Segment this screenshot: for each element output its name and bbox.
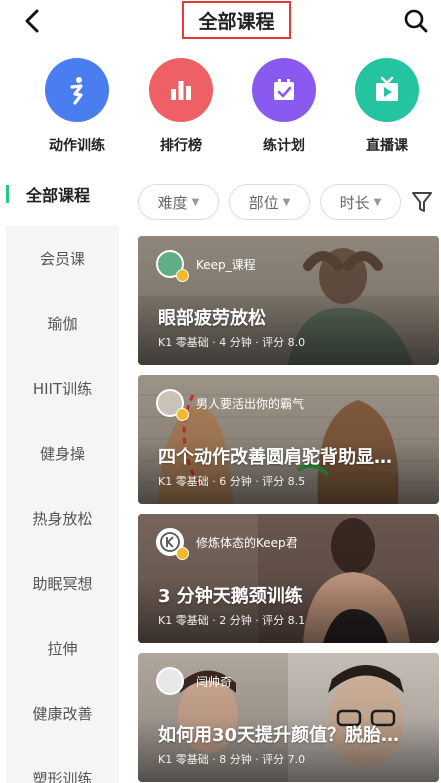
course-meta: K1 零基础 · 6 分钟 · 评分 8.5 — [158, 475, 306, 488]
course-card[interactable]: Keep_课程 眼部疲劳放松 K1 零基础 · 4 分钟 · 评分 8.0 — [138, 236, 439, 365]
course-title: 四个动作改善圆肩驼背助显… — [158, 447, 392, 468]
quick-item-label: 动作训练 — [49, 138, 105, 154]
quick-item-label: 练计划 — [263, 138, 305, 154]
quick-item-training-plan[interactable]: 练计划 — [234, 58, 334, 155]
verified-badge-icon — [176, 269, 189, 282]
course-meta: K1 零基础 · 8 分钟 · 评分 7.0 — [158, 753, 306, 766]
runner-icon — [45, 58, 109, 122]
quick-item-label: 排行榜 — [160, 138, 202, 154]
tv-icon — [355, 58, 419, 122]
header: 全部课程 — [0, 0, 441, 44]
quick-item-label: 直播课 — [366, 138, 408, 154]
filter-body-part[interactable]: 部位 ▼ — [229, 184, 310, 220]
sidebar-item-sleep-meditation[interactable]: 助眠冥想 — [6, 563, 119, 603]
course-meta: K1 零基础 · 4 分钟 · 评分 8.0 — [158, 336, 306, 349]
caret-down-icon: ▼ — [282, 196, 291, 208]
author-name: 修炼体态的Keep君 — [196, 536, 298, 550]
sidebar-item-hiit[interactable]: HIIT训练 — [6, 368, 119, 408]
course-card[interactable]: 修炼体态的Keep君 3 分钟天鹅颈训练 K1 零基础 · 2 分钟 · 评分 … — [138, 514, 439, 643]
back-arrow-icon[interactable] — [20, 8, 46, 34]
course-meta: K1 零基础 · 2 分钟 · 评分 8.1 — [158, 614, 306, 627]
category-sidebar[interactable]: 会员课 瑜伽 HIIT训练 健身操 热身放松 助眠冥想 拉伸 健康改善 塑形训练 — [6, 226, 119, 783]
verified-badge-icon — [176, 408, 189, 421]
filter-difficulty[interactable]: 难度 ▼ — [138, 184, 219, 220]
quick-item-action-training[interactable]: 动作训练 — [27, 58, 127, 155]
quick-categories: 动作训练 排行榜 练计划 直播课 — [0, 58, 441, 158]
filter-label: 难度 — [157, 193, 188, 212]
author-name: 男人要活出你的霸气 — [196, 397, 305, 411]
sidebar-item-shaping[interactable]: 塑形训练 — [6, 758, 119, 783]
course-card[interactable]: 闫帅奇 如何用30天提升颜值？脱胎… K1 零基础 · 8 分钟 · 评分 7.… — [138, 653, 439, 782]
search-icon[interactable] — [403, 8, 429, 34]
filter-label: 时长 — [339, 193, 370, 212]
sidebar-item-member[interactable]: 会员课 — [6, 238, 119, 278]
caret-down-icon: ▼ — [191, 196, 200, 208]
course-title: 如何用30天提升颜值？脱胎… — [158, 725, 400, 746]
caret-down-icon: ▼ — [373, 196, 382, 208]
sidebar-item-warmup[interactable]: 热身放松 — [6, 498, 119, 538]
calendar-check-icon — [252, 58, 316, 122]
bar-chart-icon — [149, 58, 213, 122]
quick-item-leaderboard[interactable]: 排行榜 — [131, 58, 231, 155]
sidebar-item-all-courses[interactable]: 全部课程 — [0, 176, 120, 214]
funnel-icon[interactable] — [410, 190, 434, 214]
filter-duration[interactable]: 时长 ▼ — [320, 184, 401, 220]
course-title: 3 分钟天鹅颈训练 — [158, 586, 303, 607]
author-avatar — [156, 667, 184, 695]
sidebar-item-aerobics[interactable]: 健身操 — [6, 433, 119, 473]
filter-label: 部位 — [248, 193, 279, 212]
page-title: 全部课程 — [182, 1, 291, 39]
author-name: Keep_课程 — [196, 258, 256, 272]
quick-item-live-class[interactable]: 直播课 — [337, 58, 437, 155]
sidebar-item-yoga[interactable]: 瑜伽 — [6, 303, 119, 343]
course-card[interactable]: 男人要活出你的霸气 四个动作改善圆肩驼背助显… K1 零基础 · 6 分钟 · … — [138, 375, 439, 504]
author-name: 闫帅奇 — [196, 675, 233, 689]
verified-badge-icon — [176, 547, 189, 560]
active-indicator — [6, 185, 9, 203]
course-title: 眼部疲劳放松 — [158, 308, 266, 329]
sidebar-item-health[interactable]: 健康改善 — [6, 693, 119, 733]
sidebar-item-stretch[interactable]: 拉伸 — [6, 628, 119, 668]
sidebar-item-label: 全部课程 — [26, 186, 91, 205]
